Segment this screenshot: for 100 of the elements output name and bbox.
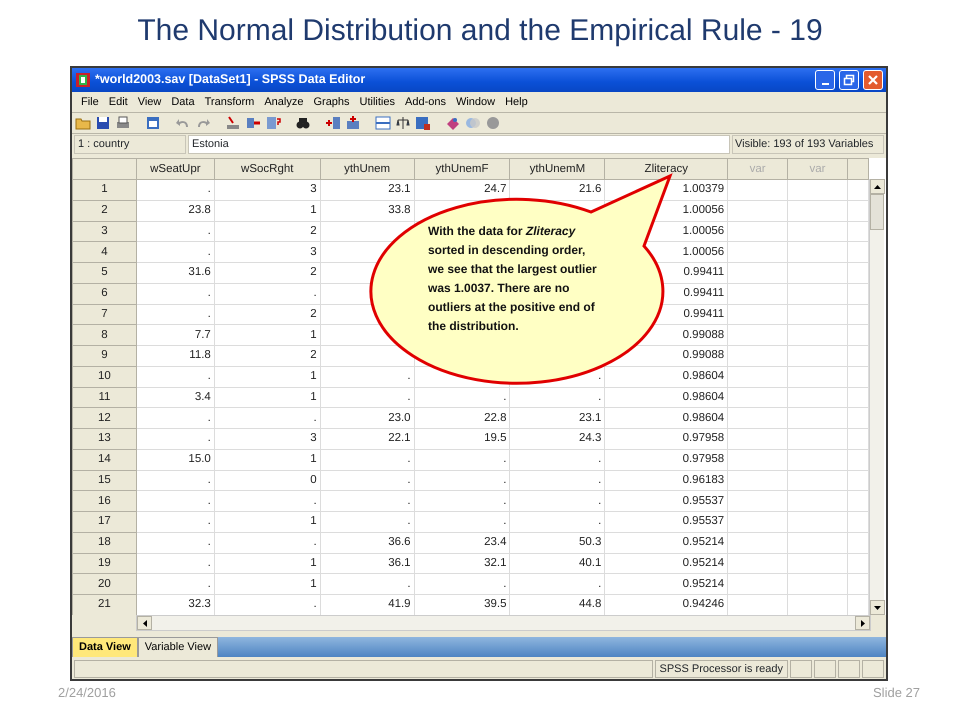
table-cell[interactable]: 3.4 <box>194 392 211 403</box>
table-cell[interactable]: 0.95214 <box>682 558 724 569</box>
table-cell[interactable]: 1 <box>310 205 317 216</box>
row-number[interactable]: 19 <box>72 553 136 574</box>
table-cell[interactable]: 2 <box>310 350 317 362</box>
table-cell[interactable]: . <box>208 184 211 196</box>
column-header[interactable]: ythUnemM <box>510 158 605 180</box>
row-number[interactable]: 18 <box>72 532 136 554</box>
table-cell[interactable]: 3 <box>310 433 317 444</box>
row-number[interactable]: 14 <box>72 449 136 470</box>
row-number[interactable]: 6 <box>72 283 136 304</box>
save-icon[interactable] <box>95 114 111 131</box>
table-cell[interactable]: 3 <box>310 246 317 258</box>
row-number[interactable]: 16 <box>72 490 136 512</box>
menu-item[interactable]: Help <box>500 94 533 110</box>
column-header[interactable]: ythUnem <box>320 158 414 180</box>
row-number[interactable]: 7 <box>72 304 136 325</box>
table-cell[interactable]: 0.97958 <box>682 433 724 444</box>
table-cell[interactable]: . <box>407 578 411 590</box>
table-cell[interactable]: 0.98604 <box>682 392 724 403</box>
row-number[interactable]: 5 <box>72 262 136 284</box>
view-tab[interactable]: Variable View <box>138 637 218 658</box>
table-cell[interactable]: 2 <box>310 267 317 278</box>
table-cell[interactable]: . <box>407 392 411 403</box>
table-cell[interactable]: 32.1 <box>484 558 506 569</box>
table-cell[interactable]: . <box>503 454 506 466</box>
scroll-thumb[interactable] <box>870 194 884 230</box>
table-cell[interactable]: 1.00056 <box>682 246 724 258</box>
table-cell[interactable]: 7.7 <box>194 330 211 341</box>
table-cell[interactable]: . <box>598 516 602 528</box>
table-cell[interactable]: . <box>313 599 317 610</box>
table-cell[interactable]: . <box>407 371 411 382</box>
table-cell[interactable]: 0.99411 <box>683 308 724 320</box>
table-cell[interactable]: . <box>313 496 317 507</box>
row-number[interactable]: 1 <box>72 180 136 200</box>
scale-icon[interactable] <box>395 114 411 131</box>
table-cell[interactable]: 1 <box>310 578 317 590</box>
table-cell[interactable]: 1.00056 <box>682 226 724 237</box>
table-cell[interactable]: . <box>407 496 411 507</box>
row-number[interactable]: 12 <box>72 408 136 429</box>
print-icon[interactable] <box>115 114 131 131</box>
table-cell[interactable]: . <box>598 392 602 403</box>
table-cell[interactable]: 31.6 <box>188 267 211 278</box>
scroll-down-icon[interactable] <box>874 606 881 610</box>
table-cell[interactable]: . <box>208 308 211 320</box>
row-number[interactable]: 11 <box>72 387 136 408</box>
horizontal-scrollbar[interactable] <box>136 615 871 632</box>
table-cell[interactable]: . <box>407 474 411 486</box>
restore-button[interactable] <box>839 70 859 90</box>
table-cell[interactable]: . <box>503 496 506 507</box>
table-cell[interactable]: 1.00379 <box>682 184 724 196</box>
table-cell[interactable]: . <box>208 412 211 424</box>
table-cell[interactable]: 0.95214 <box>682 537 724 548</box>
row-number[interactable]: 17 <box>72 512 136 532</box>
close-button[interactable] <box>863 70 883 90</box>
table-cell[interactable]: . <box>407 516 411 528</box>
table-cell[interactable]: 11.8 <box>189 350 211 362</box>
table-cell[interactable]: 36.6 <box>388 537 411 548</box>
table-cell[interactable]: 0.95537 <box>682 496 724 507</box>
table-icon[interactable] <box>145 114 161 131</box>
table-cell[interactable]: . <box>208 474 211 486</box>
row-number[interactable]: 21 <box>72 594 136 616</box>
table-cell[interactable]: 0.97958 <box>682 454 724 466</box>
row-number[interactable]: 3 <box>72 221 136 242</box>
table-cell[interactable]: . <box>503 392 506 403</box>
table-cell[interactable]: 33.8 <box>388 205 411 216</box>
row-number[interactable]: 8 <box>72 324 136 346</box>
table-cell[interactable]: . <box>208 226 211 237</box>
menu-item[interactable]: Add-ons <box>400 94 451 110</box>
vertical-scrollbar[interactable] <box>869 179 884 616</box>
menu-item[interactable]: Window <box>450 94 500 110</box>
table-cell[interactable]: 23.4 <box>484 537 506 548</box>
table-cell[interactable]: 0.99088 <box>682 350 724 362</box>
row-number[interactable]: 15 <box>72 470 136 491</box>
menu-item[interactable]: View <box>132 94 166 110</box>
table-cell[interactable]: 1 <box>310 392 317 403</box>
scroll-right-icon[interactable] <box>860 620 864 627</box>
menu-item[interactable]: Transform <box>200 94 260 110</box>
table-cell[interactable]: 32.3 <box>188 599 211 610</box>
menu-item[interactable]: Edit <box>104 94 133 110</box>
table-cell[interactable]: 1 <box>310 558 317 569</box>
table-cell[interactable]: 1 <box>310 454 317 466</box>
table-cell[interactable]: . <box>598 474 602 486</box>
row-number[interactable]: 2 <box>72 200 136 222</box>
table-cell[interactable]: 23.1 <box>388 184 411 196</box>
table-cell[interactable]: . <box>208 558 211 569</box>
menu-item[interactable]: Utilities <box>354 94 400 110</box>
table-cell[interactable]: 24.7 <box>484 184 506 196</box>
view-tab[interactable]: Data View <box>72 637 138 658</box>
menu-item[interactable]: Analyze <box>259 94 308 110</box>
row-number[interactable]: 10 <box>72 366 136 388</box>
table-cell[interactable]: 2 <box>310 226 317 237</box>
table-cell[interactable]: 23.1 <box>578 412 602 424</box>
column-header[interactable]: wSocRght <box>214 158 320 180</box>
table-cell[interactable]: . <box>208 288 211 300</box>
table-cell[interactable]: 0.99411 <box>683 288 724 300</box>
table-cell[interactable]: . <box>503 516 506 528</box>
table-cell[interactable]: 0.95537 <box>682 516 724 528</box>
table-cell[interactable]: 0.98604 <box>682 371 724 382</box>
row-number[interactable]: 4 <box>72 242 136 263</box>
